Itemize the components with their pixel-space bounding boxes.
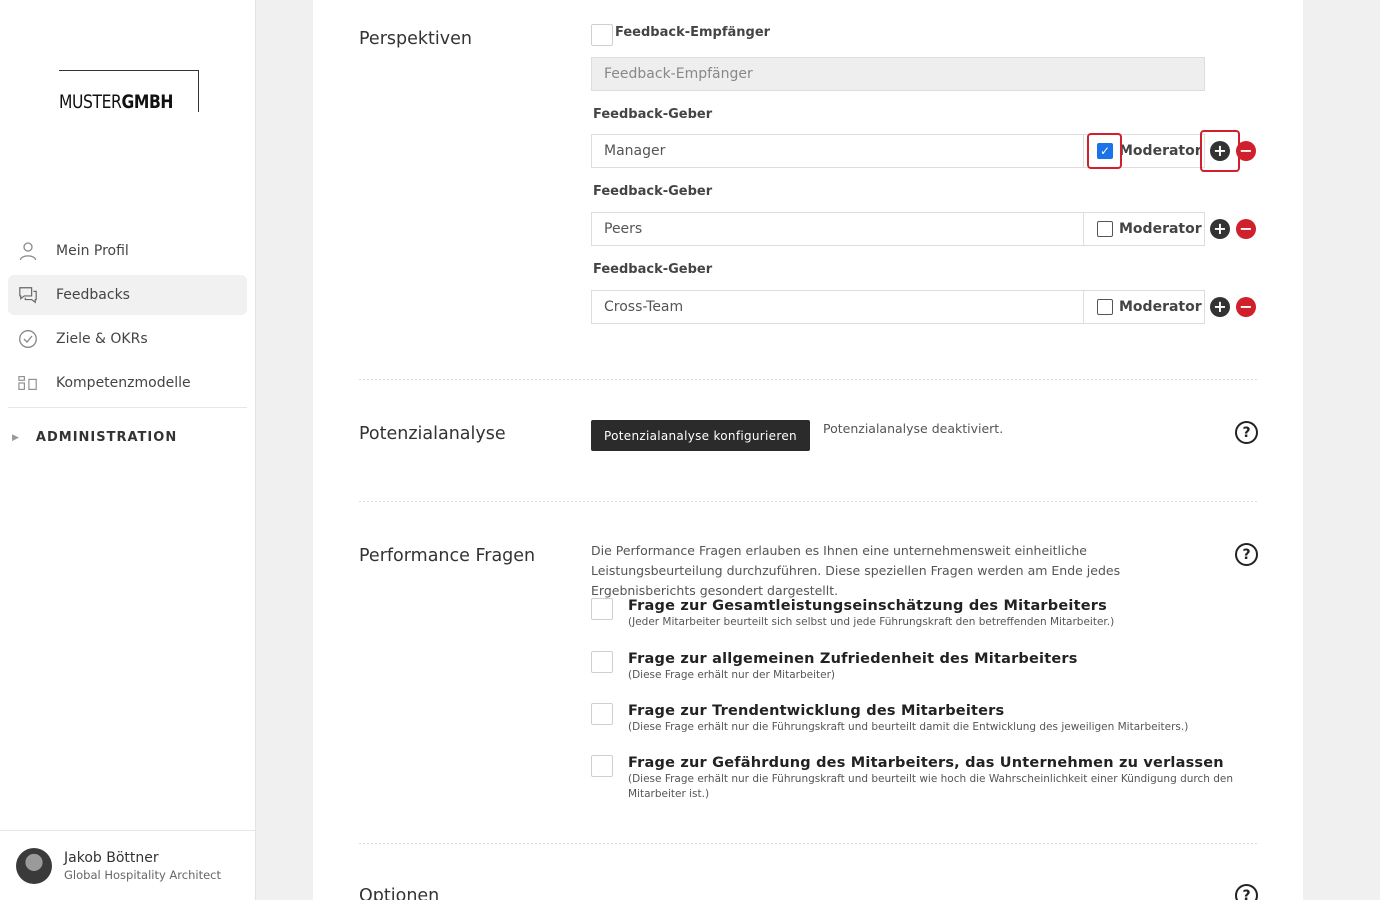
- question-checkbox[interactable]: [591, 755, 613, 777]
- nav-label: Ziele & OKRs: [56, 331, 148, 347]
- moderator-label: Moderator: [1119, 221, 1202, 237]
- main-nav: Mein Profil Feedbacks Ziele & OKRs Kompe…: [8, 231, 247, 408]
- nav-item-mein-profil[interactable]: Mein Profil: [8, 231, 247, 271]
- nav-divider: [8, 407, 247, 408]
- question-checkbox[interactable]: [591, 598, 613, 620]
- performance-question: Frage zur Gesamtleistungseinschätzung de…: [591, 598, 1248, 630]
- recipient-checkbox[interactable]: [591, 24, 613, 46]
- moderator-checkbox[interactable]: [1097, 299, 1113, 315]
- question-subtitle: (Diese Frage erhält nur die Führungskraf…: [628, 721, 1189, 733]
- help-icon[interactable]: ?: [1235, 884, 1258, 900]
- chat-icon: [18, 285, 38, 305]
- section-title-performance: Performance Fragen: [359, 546, 536, 566]
- user-role: Global Hospitality Architect: [64, 867, 221, 882]
- admin-label: ADMINISTRATION: [35, 430, 178, 445]
- help-icon[interactable]: ?: [1235, 543, 1258, 566]
- plus-icon: +: [1213, 219, 1227, 238]
- caret-right-icon: ▶: [12, 432, 20, 443]
- giver-label: Feedback-Geber: [593, 184, 713, 199]
- nav-label: Mein Profil: [56, 243, 129, 259]
- moderator-toggle: Moderator: [1084, 290, 1205, 324]
- recipient-checkbox-label: Feedback-Empfänger: [615, 24, 771, 40]
- add-giver-button[interactable]: +: [1210, 297, 1230, 317]
- question-title: Frage zur Gefährdung des Mitarbeiters, d…: [628, 755, 1224, 771]
- recipient-field: Feedback-Empfänger: [591, 57, 1205, 91]
- performance-question: Frage zur allgemeinen Zufriedenheit des …: [591, 651, 1248, 683]
- question-checkbox[interactable]: [591, 703, 613, 725]
- admin-section-toggle[interactable]: ▶ ADMINISTRATION: [12, 430, 177, 445]
- section-title-perspektiven: Perspektiven: [359, 29, 472, 49]
- moderator-label: Moderator: [1119, 299, 1202, 315]
- question-title: Frage zur Gesamtleistungseinschätzung de…: [628, 598, 1107, 614]
- help-icon[interactable]: ?: [1235, 421, 1258, 444]
- highlight-add-button: [1200, 130, 1240, 172]
- moderator-checkbox[interactable]: [1097, 221, 1113, 237]
- check-circle-icon: [18, 329, 38, 349]
- plus-icon: +: [1213, 297, 1227, 316]
- company-logo[interactable]: MUSTERGMBH: [59, 70, 199, 113]
- section-title-potenzialanalyse: Potenzialanalyse: [359, 424, 506, 444]
- configure-potenzialanalyse-button[interactable]: Potenzialanalyse konfigurieren: [591, 420, 810, 451]
- remove-giver-button[interactable]: −: [1236, 297, 1256, 317]
- performance-question: Frage zur Gefährdung des Mitarbeiters, d…: [591, 755, 1248, 802]
- question-subtitle: (Diese Frage erhält nur die Führungskraf…: [628, 773, 1234, 800]
- minus-icon: −: [1239, 219, 1253, 238]
- remove-giver-button[interactable]: −: [1236, 219, 1256, 239]
- question-subtitle: (Jeder Mitarbeiter beurteilt sich selbst…: [628, 616, 1115, 628]
- nav-item-kompetenzmodelle[interactable]: Kompetenzmodelle: [8, 363, 247, 403]
- giver-field-peers[interactable]: Peers: [591, 212, 1084, 246]
- moderator-toggle: Moderator: [1084, 212, 1205, 246]
- moderator-label: Moderator: [1119, 143, 1202, 159]
- main-panel: Perspektiven Feedback-Empfänger Feedback…: [313, 0, 1303, 900]
- add-giver-button[interactable]: +: [1210, 219, 1230, 239]
- question-checkbox[interactable]: [591, 651, 613, 673]
- giver-label: Feedback-Geber: [593, 107, 713, 122]
- giver-label: Feedback-Geber: [593, 262, 713, 277]
- giver-field-manager[interactable]: Manager: [591, 134, 1084, 168]
- nav-item-feedbacks[interactable]: Feedbacks: [8, 275, 247, 315]
- user-name: Jakob Böttner: [64, 849, 159, 866]
- question-title: Frage zur allgemeinen Zufriedenheit des …: [628, 651, 1078, 667]
- nav-label: Feedbacks: [56, 287, 130, 303]
- highlight-moderator-checkbox: [1087, 133, 1122, 169]
- potenzial-status: Potenzialanalyse deaktiviert.: [823, 421, 1004, 436]
- section-divider: [359, 501, 1257, 502]
- question-subtitle: (Diese Frage erhält nur der Mitarbeiter): [628, 669, 835, 681]
- minus-icon: −: [1239, 141, 1253, 160]
- section-divider: [359, 843, 1257, 844]
- recipient-checkbox-row: Feedback-Empfänger: [591, 24, 770, 46]
- minus-icon: −: [1239, 297, 1253, 316]
- giver-field-cross-team[interactable]: Cross-Team: [591, 290, 1084, 324]
- user-icon: [18, 241, 38, 261]
- nav-label: Kompetenzmodelle: [56, 375, 191, 391]
- section-divider: [359, 379, 1257, 380]
- section-title-optionen: Optionen: [359, 886, 440, 900]
- sidebar: MUSTERGMBH Mein Profil Feedbacks Ziele &…: [0, 0, 256, 900]
- question-title: Frage zur Trendentwicklung des Mitarbeit…: [628, 703, 1005, 719]
- logo-text: MUSTERGMBH: [59, 91, 174, 113]
- nav-item-ziele-okrs[interactable]: Ziele & OKRs: [8, 319, 247, 359]
- blocks-icon: [18, 373, 38, 393]
- performance-description: Die Performance Fragen erlauben es Ihnen…: [591, 543, 1121, 598]
- performance-question: Frage zur Trendentwicklung des Mitarbeit…: [591, 703, 1248, 735]
- avatar: [16, 847, 52, 884]
- user-profile[interactable]: Jakob Böttner Global Hospitality Archite…: [0, 830, 255, 900]
